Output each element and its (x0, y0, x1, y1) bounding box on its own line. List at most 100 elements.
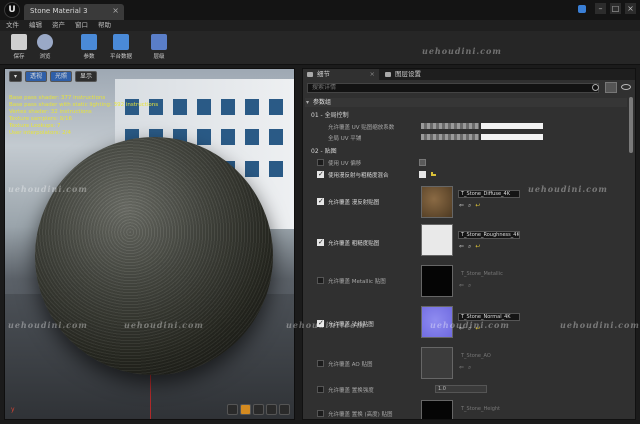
reset-icon[interactable]: ↩ (475, 243, 480, 251)
roughness-checkbox[interactable] (317, 238, 324, 246)
blend-checkbox[interactable] (317, 170, 324, 178)
minimize-button[interactable]: – (595, 3, 606, 14)
platform-stats-icon (113, 34, 129, 50)
row-label: 使用漫反射与粗糙度混合 (328, 173, 389, 179)
stat-line: Base pass shader: 377 instructions (9, 95, 106, 101)
browse-asset-icon[interactable]: ⌕ (468, 202, 471, 210)
use-selected-icon[interactable]: ⇐ (459, 202, 464, 210)
subgroup-global[interactable]: 01 - 全局控制 (311, 110, 349, 119)
row-label: 允许覆盖 UV 贴图缩放系数 (328, 125, 395, 131)
metallic-thumbnail[interactable] (421, 265, 453, 297)
viewport-controls: ▾ 透视 光照 显示 (9, 71, 98, 82)
eye-icon[interactable] (621, 84, 631, 90)
uv-offset-value-checkbox[interactable] (419, 159, 426, 166)
row-ao-texture: 允许覆盖 AO 贴图 (317, 359, 627, 369)
watermark: uehoudini.com (560, 320, 640, 330)
reset-icon[interactable]: ↩ (475, 202, 480, 210)
view-options-button[interactable] (605, 82, 617, 93)
row-uv-tiling: 全局 UV 平铺 (317, 133, 627, 143)
axis-gizmo: y (11, 406, 15, 413)
height-thumbnail[interactable] (421, 400, 453, 419)
reset-arrow-icon[interactable] (431, 172, 436, 176)
diffuse-texture-combo[interactable]: T_Stone_Diffuse_4K (458, 190, 520, 198)
blend-value-checkbox[interactable] (419, 171, 426, 178)
tab-layer-settings[interactable]: 图层设置 (381, 69, 471, 80)
watermark: uehoudini.com (124, 320, 204, 330)
browse-button[interactable]: 浏览 (30, 33, 60, 63)
params-label: 参数 (83, 54, 95, 60)
cube-preview-button[interactable] (266, 404, 277, 415)
diffuse-thumbnail[interactable] (421, 186, 453, 218)
metallic-texture-combo[interactable]: T_Stone_Metallic (458, 270, 520, 278)
browse-icon (37, 34, 53, 50)
category-parameter-groups[interactable]: 参数组 (305, 98, 627, 107)
use-selected-icon[interactable]: ⇐ (459, 282, 464, 290)
tab-layer-settings-label: 图层设置 (395, 70, 421, 78)
material-viewport[interactable]: ▾ 透视 光照 显示 Base pass shader: 377 instruc… (4, 68, 295, 420)
roughness-texture-combo[interactable]: T_Stone_Roughness_4K (458, 231, 520, 239)
layers-icon (385, 72, 391, 77)
details-scrollbar[interactable] (629, 97, 633, 153)
tiling-y-field[interactable] (481, 134, 543, 140)
menu-file[interactable]: 文件 (6, 20, 19, 31)
roughness-thumbnail[interactable] (421, 224, 453, 256)
ao-texture-combo[interactable]: T_Stone_AO (458, 352, 520, 360)
browse-asset-icon[interactable]: ⌕ (468, 282, 471, 290)
params-icon (81, 34, 97, 50)
watermark: uehoudini.com (422, 46, 502, 56)
close-window-button[interactable]: × (625, 3, 636, 14)
title-bar: U Stone Material 3 × – □ × (0, 0, 640, 20)
platform-stats-button[interactable]: 平台数据 (106, 33, 136, 63)
browse-asset-icon[interactable]: ⌕ (468, 364, 471, 372)
row-label: 使用 UV 偏移 (328, 161, 362, 167)
hierarchy-label: 层级 (153, 54, 165, 60)
ao-checkbox[interactable] (317, 360, 324, 367)
metallic-checkbox[interactable] (317, 277, 324, 284)
subgroup-texture[interactable]: 02 - 贴图 (311, 146, 337, 155)
row-label: 允许覆盖 置换强度 (328, 388, 374, 394)
asset-actions: ⇐ ⌕ ↩ (459, 243, 480, 251)
displacement-checkbox[interactable] (317, 386, 324, 393)
diffuse-checkbox[interactable] (317, 197, 324, 205)
document-tab[interactable]: Stone Material 3 × (24, 4, 124, 20)
asset-actions: ⇐ ⌕ (459, 364, 471, 372)
displacement-value-field[interactable]: 1.0 (435, 385, 487, 393)
cylinder-preview-button[interactable] (227, 404, 238, 415)
custom-mesh-preview-button[interactable] (279, 404, 290, 415)
source-control-icon[interactable] (578, 5, 586, 13)
uv-x-field[interactable] (421, 123, 479, 129)
row-label: 允许覆盖 粗糙度贴图 (328, 241, 380, 247)
use-selected-icon[interactable]: ⇐ (459, 364, 464, 372)
search-icon[interactable] (592, 84, 599, 91)
browse-asset-icon[interactable]: ⌕ (468, 243, 471, 251)
use-selected-icon[interactable]: ⇐ (459, 243, 464, 251)
hierarchy-button[interactable]: 层级 (144, 33, 174, 63)
height-checkbox[interactable] (317, 410, 324, 417)
show-button[interactable]: 显示 (75, 71, 98, 82)
height-texture-combo[interactable]: T_Stone_Height (458, 405, 520, 413)
details-icon (307, 72, 313, 77)
sphere-preview-button[interactable] (240, 404, 251, 415)
row-label: 允许覆盖 置换 (高度) 贴图 (328, 412, 393, 418)
close-tab-icon[interactable]: × (370, 69, 375, 80)
menu-edit[interactable]: 编辑 (29, 20, 42, 31)
details-search-input[interactable] (307, 83, 599, 93)
lit-button[interactable]: 光照 (50, 71, 73, 82)
menu-window[interactable]: 窗口 (75, 20, 88, 31)
menu-asset[interactable]: 资产 (52, 20, 65, 31)
uv-offset-checkbox[interactable] (317, 159, 324, 166)
viewport-options-button[interactable]: ▾ (9, 71, 23, 82)
tab-details[interactable]: 细节 × (303, 69, 379, 80)
maximize-button[interactable]: □ (610, 3, 621, 14)
plane-preview-button[interactable] (253, 404, 264, 415)
params-button[interactable]: 参数 (74, 33, 104, 63)
ao-thumbnail[interactable] (421, 347, 453, 379)
close-tab-icon[interactable]: × (112, 6, 119, 15)
preview-shape-buttons (227, 404, 290, 415)
uv-y-field[interactable] (481, 123, 543, 129)
tiling-x-field[interactable] (421, 134, 479, 140)
watermark: uehoudini.com (528, 184, 608, 194)
menu-help[interactable]: 帮助 (98, 20, 111, 31)
shader-stats: Base pass shader: 377 instructions Base … (9, 95, 158, 137)
perspective-button[interactable]: 透视 (25, 71, 48, 82)
